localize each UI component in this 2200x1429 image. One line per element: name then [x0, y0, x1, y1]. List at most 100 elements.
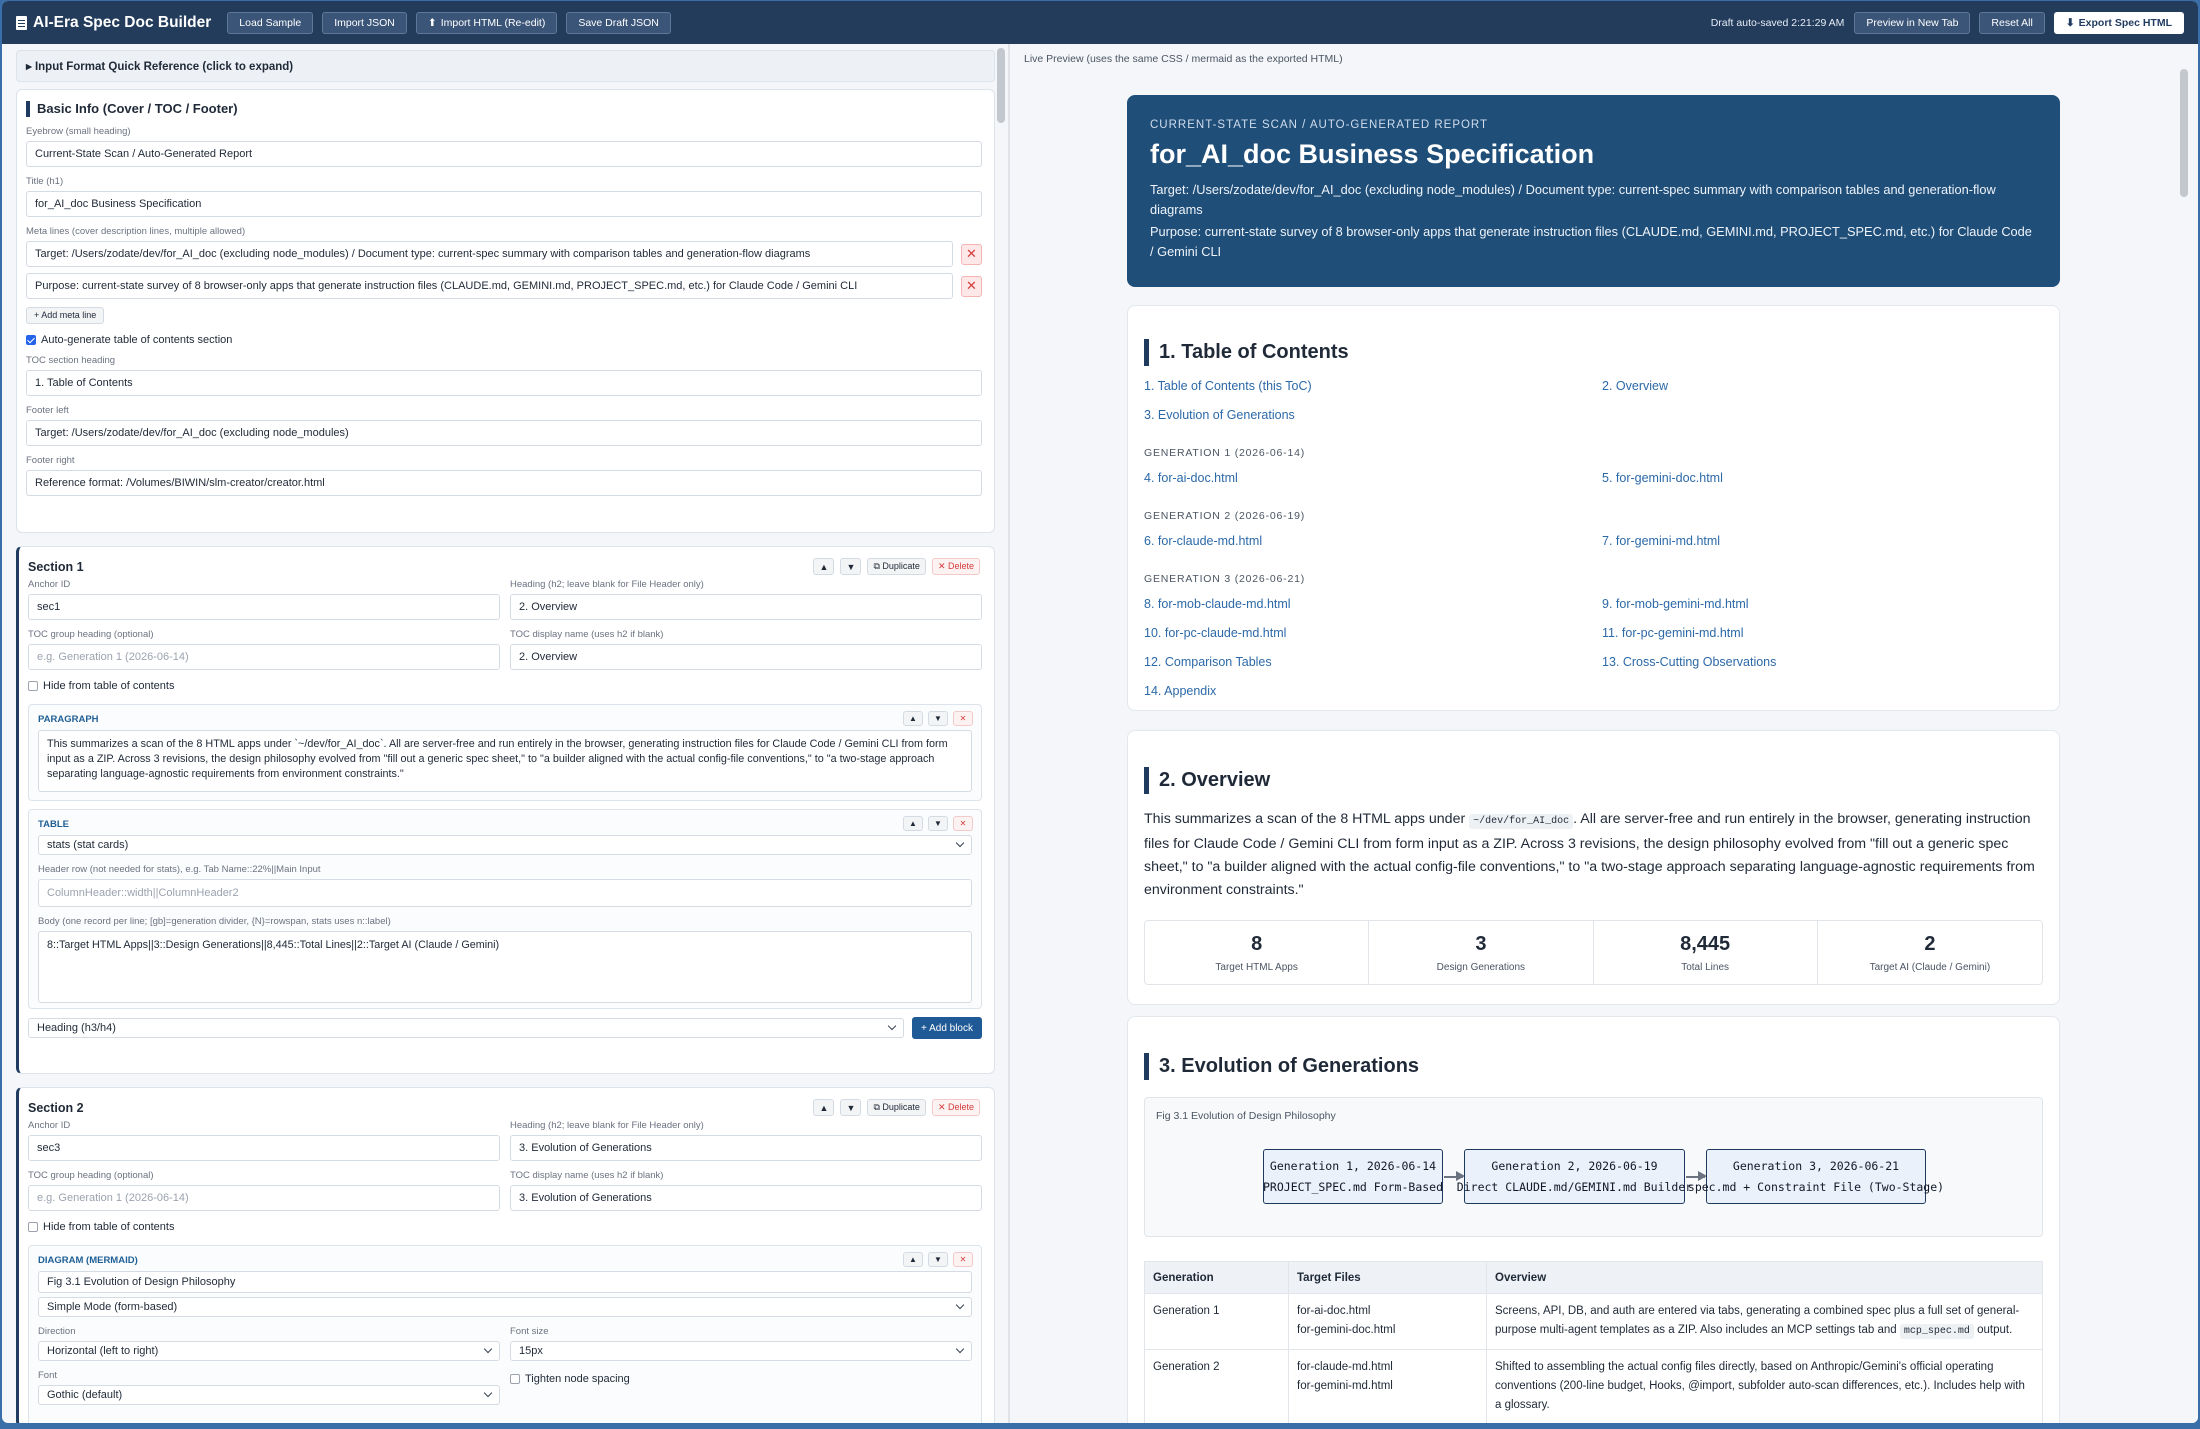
toc-group-field[interactable]: e.g. Generation 1 (2026-06-14)	[28, 644, 500, 670]
delete-section-button[interactable]: ✕ Delete	[931, 1099, 980, 1116]
preview-pane[interactable]: Live Preview (uses the same CSS / mermai…	[1012, 44, 2198, 1423]
anchor-label: Anchor ID	[28, 579, 71, 590]
toc-link[interactable]: 3. Evolution of Generations	[1144, 405, 1602, 434]
stat-label: Target HTML Apps	[1215, 961, 1298, 973]
move-up-button[interactable]: ▲	[813, 1099, 835, 1116]
toc-link[interactable]: 7. for-gemini-md.html	[1602, 531, 2060, 560]
app-window: AI-Era Spec Doc Builder Load Sample Impo…	[2, 1, 2198, 1423]
hide-toc-checkbox[interactable]: Hide from table of contents	[28, 678, 982, 694]
toc-group-field[interactable]: e.g. Generation 1 (2026-06-14)	[28, 1185, 500, 1211]
duplicate-section-button[interactable]: ⧉ Duplicate	[867, 1099, 926, 1116]
reset-all-button[interactable]: Reset All	[1979, 11, 2045, 34]
eyebrow-field[interactable]: Current-State Scan / Auto-Generated Repo…	[26, 141, 982, 167]
heading-label: Heading (h2; leave blank for File Header…	[510, 579, 704, 590]
duplicate-section-button[interactable]: ⧉ Duplicate	[867, 558, 926, 575]
toc-group-heading: GENERATION 3 (2026-06-21)	[1144, 573, 1306, 585]
diagram-caption-field[interactable]: Fig 3.1 Evolution of Design Philosophy	[38, 1271, 972, 1293]
move-up-button[interactable]: ▲	[903, 816, 923, 831]
quick-reference-toggle[interactable]: ▸ Input Format Quick Reference (click to…	[16, 50, 995, 82]
font-size-select[interactable]: 15px	[510, 1341, 972, 1361]
heading-field[interactable]: 2. Overview	[510, 594, 982, 620]
preview-new-tab-button[interactable]: Preview in New Tab	[1854, 11, 1971, 34]
toc-display-field[interactable]: 2. Overview	[510, 644, 982, 670]
body-textarea[interactable]: 8::Target HTML Apps||3::Design Generatio…	[38, 931, 972, 1003]
toc-link[interactable]: 8. for-mob-claude-md.html	[1144, 594, 1602, 623]
toc-link[interactable]: 1. Table of Contents (this ToC)	[1144, 376, 1602, 405]
toc-link[interactable]: 5. for-gemini-doc.html	[1602, 468, 2060, 497]
move-down-button[interactable]: ▼	[928, 711, 948, 726]
toc-display-label: TOC display name (uses h2 if blank)	[510, 629, 664, 640]
font-select[interactable]: Gothic (default)	[38, 1385, 500, 1405]
anchor-field[interactable]: sec1	[28, 594, 500, 620]
block-controls: ▲ ▼ ✕	[903, 711, 973, 726]
editor-pane[interactable]: ▸ Input Format Quick Reference (click to…	[2, 44, 1007, 1423]
evolution-section: 3. Evolution of Generations Fig 3.1 Evol…	[1127, 1016, 2060, 1423]
node-line: Direct CLAUDE.md/GEMINI.md Builder	[1456, 1179, 1693, 1194]
table-header-row: Generation Target Files Overview	[1144, 1261, 2043, 1294]
move-down-button[interactable]: ▼	[840, 558, 862, 575]
table-type-select[interactable]: stats (stat cards)	[38, 835, 972, 855]
move-up-button[interactable]: ▲	[903, 711, 923, 726]
footer-left-field[interactable]: Target: /Users/zodate/dev/for_AI_doc (ex…	[26, 419, 982, 446]
move-up-button[interactable]: ▲	[813, 558, 835, 575]
tighten-spacing-checkbox[interactable]: Tighten node spacing	[510, 1371, 972, 1387]
move-up-button[interactable]: ▲	[903, 1252, 923, 1267]
toc-link[interactable]: 9. for-mob-gemini-md.html	[1602, 594, 2060, 623]
toc-link[interactable]: 13. Cross-Cutting Observations	[1602, 652, 2060, 681]
basic-info-card: Basic Info (Cover / TOC / Footer) Eyebro…	[16, 89, 995, 533]
toc-link[interactable]: 6. for-claude-md.html	[1144, 531, 1602, 560]
title-field[interactable]: for_AI_doc Business Specification	[26, 191, 982, 217]
toc-link[interactable]: 10. for-pc-claude-md.html	[1144, 623, 1602, 652]
table-row: Generation 1 for-ai-doc.html for-gemini-d…	[1144, 1293, 2043, 1350]
upload-icon: ⬆	[427, 16, 437, 29]
section-controls: ▲ ▼ ⧉ Duplicate ✕ Delete	[813, 558, 980, 575]
evolution-heading: 3. Evolution of Generations	[1144, 1053, 2043, 1080]
delete-section-button[interactable]: ✕ Delete	[931, 558, 980, 575]
add-block-button[interactable]: + Add block	[912, 1017, 982, 1039]
header-row-field[interactable]: ColumnHeader::width||ColumnHeader2	[38, 879, 972, 907]
pane-divider[interactable]	[1008, 44, 1010, 1423]
toc-link[interactable]: 14. Appendix	[1144, 681, 1602, 710]
save-draft-button[interactable]: Save Draft JSON	[566, 11, 671, 34]
move-down-button[interactable]: ▼	[840, 1099, 862, 1116]
auto-toc-checkbox[interactable]: Auto-generate table of contents section	[26, 332, 982, 348]
hide-toc-checkbox[interactable]: Hide from table of contents	[28, 1219, 982, 1235]
toc-group-label: TOC group heading (optional)	[28, 1170, 154, 1181]
import-html-button[interactable]: ⬆ Import HTML (Re-edit)	[415, 11, 558, 34]
toc-link[interactable]: 12. Comparison Tables	[1144, 652, 1602, 681]
heading-field[interactable]: 3. Evolution of Generations	[510, 1135, 982, 1161]
remove-meta-line-button[interactable]: ✕	[961, 275, 982, 297]
stat-value: 2	[1924, 932, 1936, 955]
direction-select[interactable]: Horizontal (left to right)	[38, 1341, 500, 1361]
block-type-select[interactable]: Heading (h3/h4)	[28, 1018, 905, 1038]
move-down-button[interactable]: ▼	[928, 1252, 948, 1267]
direction-value: Horizontal (left to right)	[47, 1345, 159, 1357]
toc-link[interactable]: 11. for-pc-gemini-md.html	[1602, 623, 2060, 652]
meta-line-field[interactable]: Target: /Users/zodate/dev/for_AI_doc (ex…	[26, 241, 953, 267]
toc-heading-field[interactable]: 1. Table of Contents	[26, 369, 982, 396]
download-icon: ⬇	[2065, 16, 2075, 29]
delete-block-button[interactable]: ✕	[953, 816, 973, 831]
footer-right-label: Footer right	[26, 454, 75, 466]
delete-block-button[interactable]: ✕	[953, 711, 973, 726]
meta-line-field[interactable]: Purpose: current-state survey of 8 brows…	[26, 273, 953, 299]
delete-block-button[interactable]: ✕	[953, 1252, 973, 1267]
stat-value: 3	[1475, 932, 1487, 955]
toc-link[interactable]: 2. Overview	[1602, 376, 2060, 405]
preview-scrollbar[interactable]	[2180, 69, 2188, 197]
move-down-button[interactable]: ▼	[928, 816, 948, 831]
anchor-field[interactable]: sec3	[28, 1135, 500, 1161]
toc-link[interactable]: 4. for-ai-doc.html	[1144, 468, 1602, 497]
diagram-mode-select[interactable]: Simple Mode (form-based)	[38, 1297, 972, 1317]
remove-meta-line-button[interactable]: ✕	[961, 243, 982, 265]
add-meta-line-button[interactable]: + Add meta line	[26, 306, 105, 324]
toc-display-field[interactable]: 3. Evolution of Generations	[510, 1185, 982, 1211]
load-sample-button[interactable]: Load Sample	[227, 11, 314, 34]
paragraph-textarea[interactable]: This summarizes a scan of the 8 HTML app…	[38, 730, 972, 792]
direction-label: Direction	[38, 1326, 76, 1337]
table-cell: Generation 2	[1144, 1349, 1289, 1423]
export-spec-button[interactable]: ⬇ Export Spec HTML	[2053, 11, 2184, 34]
import-json-button[interactable]: Import JSON	[322, 11, 407, 34]
editor-scrollbar[interactable]	[997, 48, 1005, 123]
footer-right-field[interactable]: Reference format: /Volumes/BIWIN/slm-cre…	[26, 469, 982, 496]
